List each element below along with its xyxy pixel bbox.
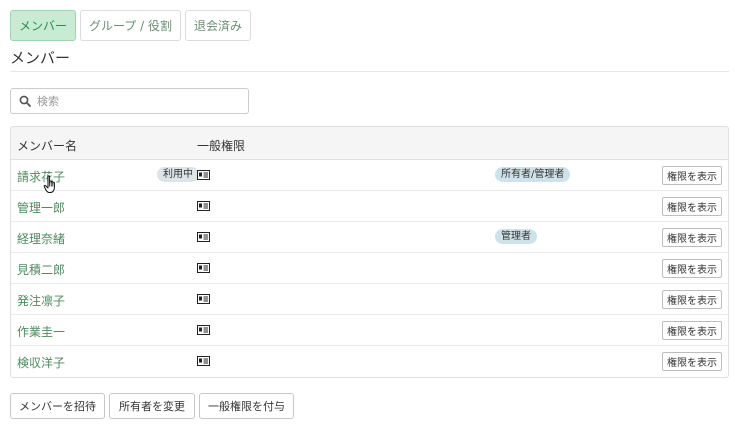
table-row: 発注凛子 権限を表示 [11,284,728,315]
table-row: 作業圭一 権限を表示 [11,315,728,346]
column-header-name: メンバー名 [17,139,78,153]
tab-groups-roles[interactable]: グループ / 役割 [80,10,181,41]
hand-pointer-cursor-icon [43,175,55,193]
id-card-icon [197,232,210,242]
invite-member-button[interactable]: メンバーを招待 [10,393,105,419]
id-card-icon [197,201,210,211]
id-card-icon [197,263,210,273]
status-badge: 利用中 [157,167,199,182]
tab-bar: メンバー グループ / 役割 退会済み [10,10,251,41]
table-row: 請求花子 利用中 所有者/管理者 権限を表示 [11,160,728,191]
id-card-icon [197,294,210,304]
divider [10,71,729,72]
role-badge: 管理者 [495,229,537,244]
search-icon [19,95,31,107]
id-card-icon [197,170,210,180]
member-name-link[interactable]: 検収洋子 [17,354,65,371]
view-permissions-button[interactable]: 権限を表示 [662,290,722,309]
id-card-icon [197,325,210,335]
member-name-link[interactable]: 作業圭一 [17,323,65,340]
role-badge: 所有者/管理者 [495,167,571,182]
tab-withdrawn[interactable]: 退会済み [185,10,251,41]
change-owner-button[interactable]: 所有者を変更 [109,393,195,419]
view-permissions-button[interactable]: 権限を表示 [662,197,722,216]
page-title: メンバー [10,49,71,67]
members-table: メンバー名 一般権限 請求花子 利用中 所有者/管理者 権限を表示 管理一郎 権… [10,126,729,378]
action-buttons: メンバーを招待 所有者を変更 一般権限を付与 [10,393,294,419]
member-name-link[interactable]: 管理一郎 [17,199,65,216]
id-card-icon [197,356,210,366]
search-box[interactable] [10,88,249,114]
table-row: 経理奈緒 管理者 権限を表示 [11,222,728,253]
member-name-link[interactable]: 見積二郎 [17,261,65,278]
member-name-link[interactable]: 経理奈緒 [17,230,65,247]
member-name-link[interactable]: 発注凛子 [17,292,65,309]
column-header-permissions: 一般権限 [197,139,246,153]
table-header: メンバー名 一般権限 [11,127,728,160]
search-input[interactable] [37,94,237,108]
view-permissions-button[interactable]: 権限を表示 [662,166,722,185]
tab-members[interactable]: メンバー [10,10,76,41]
table-row: 見積二郎 権限を表示 [11,253,728,284]
table-row: 検収洋子 権限を表示 [11,346,728,377]
view-permissions-button[interactable]: 権限を表示 [662,352,722,371]
view-permissions-button[interactable]: 権限を表示 [662,259,722,278]
grant-permissions-button[interactable]: 一般権限を付与 [199,393,294,419]
table-row: 管理一郎 権限を表示 [11,191,728,222]
view-permissions-button[interactable]: 権限を表示 [662,228,722,247]
view-permissions-button[interactable]: 権限を表示 [662,321,722,340]
